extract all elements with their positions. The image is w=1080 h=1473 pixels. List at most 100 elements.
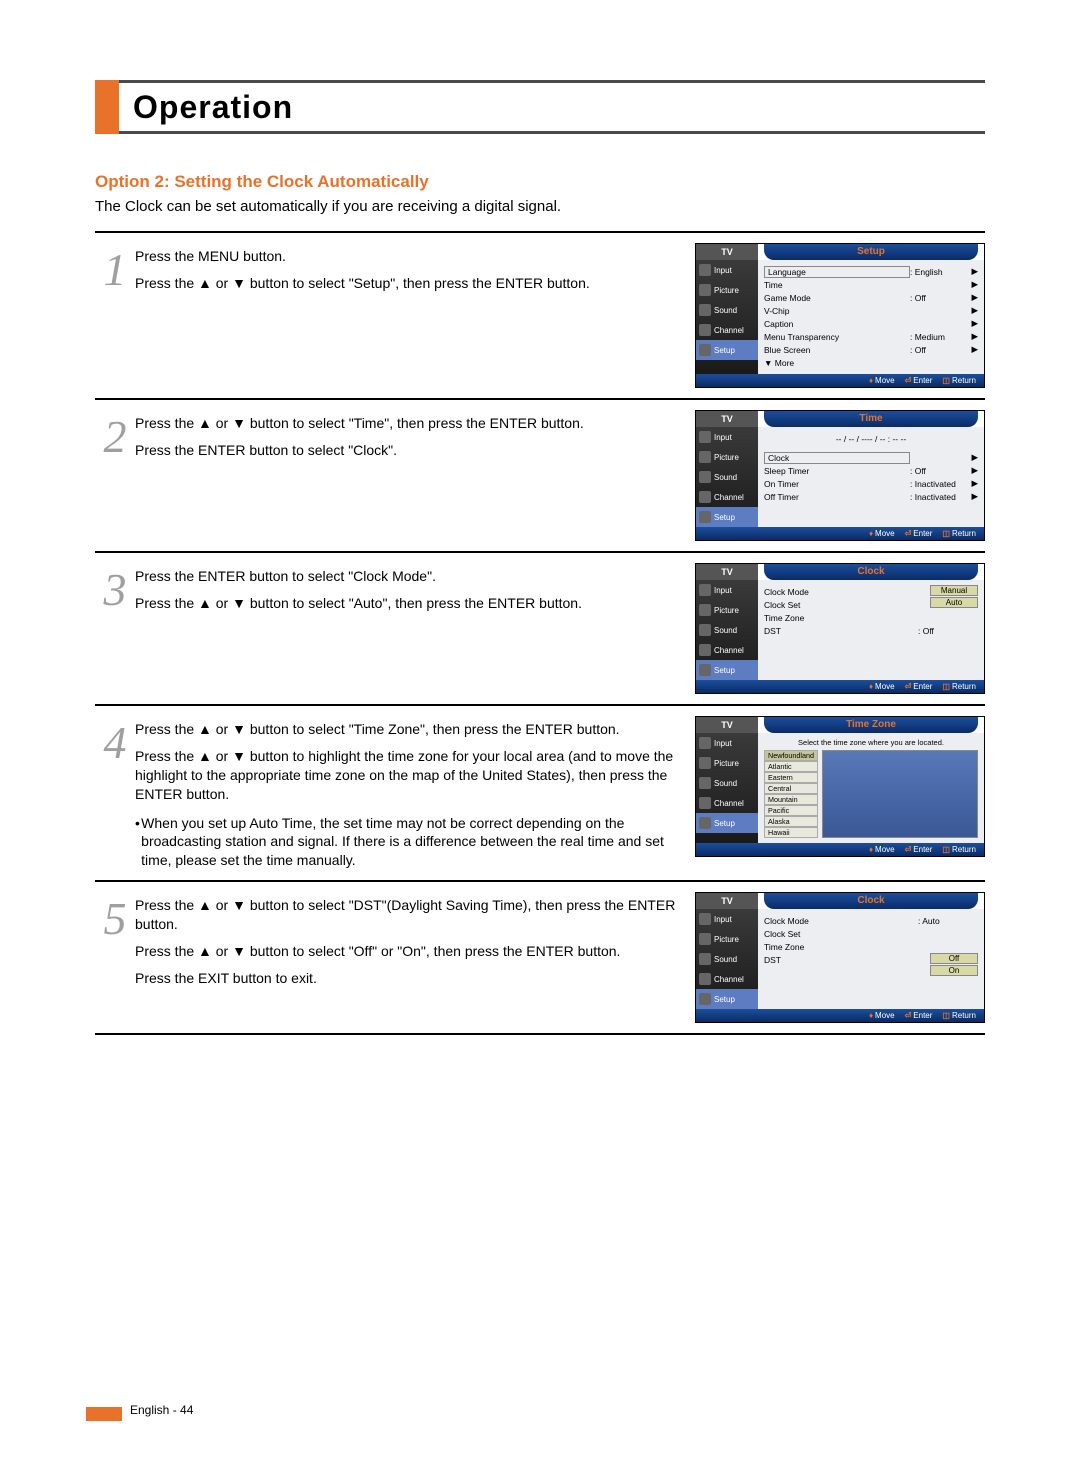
option-on: On — [930, 965, 978, 976]
sidebar-item: Setup — [696, 813, 758, 833]
input-icon — [699, 431, 711, 443]
setup-icon — [699, 664, 711, 676]
osd-title: Time — [764, 411, 978, 427]
timezone-list: Newfoundland Atlantic Eastern Central Mo… — [764, 750, 818, 838]
step-5: 5 Press the ▲ or ▼ button to select "DST… — [95, 882, 985, 1035]
sidebar-item: Sound — [696, 949, 758, 969]
sidebar-item: Setup — [696, 989, 758, 1009]
picture-icon — [699, 757, 711, 769]
osd-footer: ♦Move ⏎Enter ◫Return — [696, 374, 984, 387]
section-subhead: Option 2: Setting the Clock Automaticall… — [95, 172, 985, 192]
osd-title: Clock — [764, 564, 978, 580]
osd-screenshot: TV Clock Input Picture Sound Channel Set… — [695, 892, 985, 1023]
osd-screenshot: TV Time Input Picture Sound Channel Setu… — [695, 410, 985, 541]
sidebar-item: Input — [696, 733, 758, 753]
osd-footer: ♦Move ⏎Enter ◫Return — [696, 1009, 984, 1022]
setup-icon — [699, 511, 711, 523]
step-number: 4 — [95, 716, 135, 766]
osd-tv-label: TV — [696, 717, 758, 733]
input-icon — [699, 264, 711, 276]
osd-sidebar: Input Picture Sound Channel Setup — [696, 909, 758, 1009]
sidebar-item: Input — [696, 260, 758, 280]
sidebar-item: Sound — [696, 300, 758, 320]
picture-icon — [699, 451, 711, 463]
sidebar-item: Input — [696, 909, 758, 929]
sidebar-item: Picture — [696, 600, 758, 620]
sound-icon — [699, 471, 711, 483]
osd-title: Setup — [764, 244, 978, 260]
picture-icon — [699, 604, 711, 616]
picture-icon — [699, 933, 711, 945]
osd-tv-label: TV — [696, 564, 758, 580]
input-icon — [699, 584, 711, 596]
osd-sidebar: Input Picture Sound Channel Setup — [696, 260, 758, 374]
sidebar-item: Channel — [696, 487, 758, 507]
sidebar-item: Input — [696, 427, 758, 447]
step-number: 1 — [95, 243, 135, 293]
sidebar-item: Picture — [696, 447, 758, 467]
title-band: Operation — [95, 80, 985, 134]
option-off: Off — [930, 953, 978, 964]
channel-icon — [699, 644, 711, 656]
osd-screenshot: TV Setup Input Picture Sound Channel Set… — [695, 243, 985, 388]
sidebar-item: Picture — [696, 929, 758, 949]
step-number: 2 — [95, 410, 135, 460]
sound-icon — [699, 953, 711, 965]
channel-icon — [699, 324, 711, 336]
step-2: 2 Press the ▲ or ▼ button to select "Tim… — [95, 400, 985, 553]
osd-footer: ♦Move ⏎Enter ◫Return — [696, 527, 984, 540]
title-box: Operation — [119, 80, 985, 134]
osd-sidebar: Input Picture Sound Channel Setup — [696, 427, 758, 527]
sidebar-item: Channel — [696, 320, 758, 340]
channel-icon — [699, 973, 711, 985]
osd-screenshot: TV Clock Input Picture Sound Channel Set… — [695, 563, 985, 694]
sidebar-item: Sound — [696, 773, 758, 793]
step-3: 3 Press the ENTER button to select "Cloc… — [95, 553, 985, 706]
osd-sidebar: Input Picture Sound Channel Setup — [696, 733, 758, 843]
sidebar-item: Picture — [696, 753, 758, 773]
osd-panel: Language: English▶ Time▶ Game Mode: Off▶… — [758, 260, 984, 374]
timezone-hint: Select the time zone where you are locat… — [764, 738, 978, 747]
osd-tv-label: TV — [696, 893, 758, 909]
osd-tv-label: TV — [696, 411, 758, 427]
sidebar-item: Picture — [696, 280, 758, 300]
sound-icon — [699, 624, 711, 636]
step-number: 5 — [95, 892, 135, 942]
step-text: Press the ▲ or ▼ button to select "Time"… — [135, 410, 695, 541]
sidebar-item: Setup — [696, 507, 758, 527]
input-icon — [699, 913, 711, 925]
setup-icon — [699, 817, 711, 829]
osd-panel: Clock Mode: Auto Clock Set Time Zone DST… — [758, 909, 984, 1009]
step-1: 1 Press the MENU button. Press the ▲ or … — [95, 233, 985, 400]
step-4: 4 Press the ▲ or ▼ button to select "Tim… — [95, 706, 985, 882]
setup-icon — [699, 993, 711, 1005]
steps-container: 1 Press the MENU button. Press the ▲ or … — [95, 231, 985, 1035]
sidebar-item: Setup — [696, 660, 758, 680]
osd-footer: ♦Move ⏎Enter ◫Return — [696, 843, 984, 856]
step-text: Press the MENU button. Press the ▲ or ▼ … — [135, 243, 695, 388]
osd-panel: Select the time zone where you are locat… — [758, 733, 984, 843]
timezone-map — [822, 750, 978, 838]
osd-panel: -- / -- / ---- / -- : -- -- Clock▶ Sleep… — [758, 427, 984, 527]
input-icon — [699, 737, 711, 749]
osd-panel: Clock Mode Clock Set Time Zone DST: Off … — [758, 580, 984, 680]
sidebar-item: Setup — [696, 340, 758, 360]
sidebar-item: Input — [696, 580, 758, 600]
picture-icon — [699, 284, 711, 296]
channel-icon — [699, 491, 711, 503]
page-footer: English - 44 — [130, 1403, 193, 1417]
option-manual: Manual — [930, 585, 978, 596]
osd-sidebar: Input Picture Sound Channel Setup — [696, 580, 758, 680]
accent-block — [95, 80, 119, 134]
step-text: Press the ▲ or ▼ button to select "Time … — [135, 716, 695, 870]
osd-footer: ♦Move ⏎Enter ◫Return — [696, 680, 984, 693]
step-text: Press the ▲ or ▼ button to select "DST"(… — [135, 892, 695, 1023]
sound-icon — [699, 304, 711, 316]
sidebar-item: Sound — [696, 467, 758, 487]
osd-screenshot: TV Time Zone Input Picture Sound Channel… — [695, 716, 985, 870]
footer-accent — [86, 1407, 122, 1421]
osd-tv-label: TV — [696, 244, 758, 260]
page-title: Operation — [133, 89, 293, 126]
sidebar-item: Channel — [696, 640, 758, 660]
section-intro: The Clock can be set automatically if yo… — [95, 198, 985, 215]
